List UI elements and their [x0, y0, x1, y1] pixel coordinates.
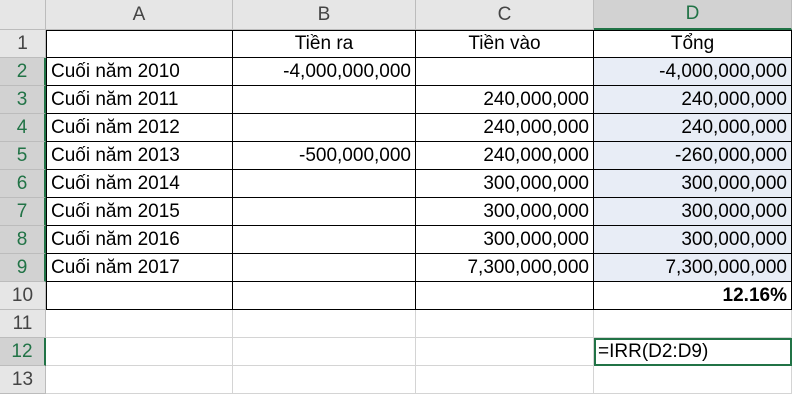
- row-header-10[interactable]: 10: [0, 282, 46, 310]
- cell-b11[interactable]: [233, 310, 416, 338]
- spreadsheet: A B C D 1 Tiền ra Tiền vào Tổng 2 Cuối năm 2010 -4…: [0, 0, 800, 413]
- row-header-3[interactable]: 3: [0, 86, 46, 114]
- cell-b6[interactable]: [233, 170, 416, 198]
- cell-c3[interactable]: 240,000,000: [416, 86, 594, 114]
- cell-a6[interactable]: Cuối năm 2014: [46, 170, 233, 198]
- select-all-corner[interactable]: [0, 0, 46, 30]
- cell-a11[interactable]: [46, 310, 233, 338]
- row-header-5[interactable]: 5: [0, 142, 46, 170]
- cell-b3[interactable]: [233, 86, 416, 114]
- cell-c6[interactable]: 300,000,000: [416, 170, 594, 198]
- row-header-9[interactable]: 9: [0, 254, 46, 282]
- cell-c12[interactable]: [416, 338, 594, 366]
- row-header-8[interactable]: 8: [0, 226, 46, 254]
- cell-d1[interactable]: Tổng: [594, 30, 792, 58]
- cell-d10[interactable]: 12.16%: [594, 282, 792, 310]
- cell-d13[interactable]: [594, 366, 792, 394]
- cell-b10[interactable]: [233, 282, 416, 310]
- cell-c11[interactable]: [416, 310, 594, 338]
- cell-a13[interactable]: [46, 366, 233, 394]
- row-header-7[interactable]: 7: [0, 198, 46, 226]
- cell-c13[interactable]: [416, 366, 594, 394]
- row-header-6[interactable]: 6: [0, 170, 46, 198]
- cell-a4[interactable]: Cuối năm 2012: [46, 114, 233, 142]
- cell-a8[interactable]: Cuối năm 2016: [46, 226, 233, 254]
- cell-a7[interactable]: Cuối năm 2015: [46, 198, 233, 226]
- cell-a10[interactable]: [46, 282, 233, 310]
- cell-a3[interactable]: Cuối năm 2011: [46, 86, 233, 114]
- column-header-c[interactable]: C: [416, 0, 594, 30]
- cell-d8[interactable]: 300,000,000: [594, 226, 792, 254]
- spreadsheet-grid: A B C D 1 Tiền ra Tiền vào Tổng 2 Cuối năm 2010 -4…: [0, 0, 792, 394]
- cell-b1[interactable]: Tiền ra: [233, 30, 416, 58]
- cell-d3[interactable]: 240,000,000: [594, 86, 792, 114]
- cell-b12[interactable]: [233, 338, 416, 366]
- cell-d4[interactable]: 240,000,000: [594, 114, 792, 142]
- column-header-d[interactable]: D: [594, 0, 792, 30]
- cell-b9[interactable]: [233, 254, 416, 282]
- row-header-13[interactable]: 13: [0, 366, 46, 394]
- cell-d9[interactable]: 7,300,000,000: [594, 254, 792, 282]
- column-header-b[interactable]: B: [233, 0, 416, 30]
- row-header-2[interactable]: 2: [0, 58, 46, 86]
- cell-d11[interactable]: [594, 310, 792, 338]
- cell-d7[interactable]: 300,000,000: [594, 198, 792, 226]
- cell-c4[interactable]: 240,000,000: [416, 114, 594, 142]
- cell-d5[interactable]: -260,000,000: [594, 142, 792, 170]
- cell-b4[interactable]: [233, 114, 416, 142]
- cell-b8[interactable]: [233, 226, 416, 254]
- cell-a9[interactable]: Cuối năm 2017: [46, 254, 233, 282]
- row-header-4[interactable]: 4: [0, 114, 46, 142]
- row-header-12[interactable]: 12: [0, 338, 46, 366]
- cell-c9[interactable]: 7,300,000,000: [416, 254, 594, 282]
- cell-c10[interactable]: [416, 282, 594, 310]
- cell-a1[interactable]: [46, 30, 233, 58]
- cell-c1[interactable]: Tiền vào: [416, 30, 594, 58]
- cell-a5[interactable]: Cuối năm 2013: [46, 142, 233, 170]
- cell-d2[interactable]: -4,000,000,000: [594, 58, 792, 86]
- cell-c8[interactable]: 300,000,000: [416, 226, 594, 254]
- cell-c2[interactable]: [416, 58, 594, 86]
- row-header-11[interactable]: 11: [0, 310, 46, 338]
- cell-d12[interactable]: =IRR(D2:D9): [594, 338, 792, 366]
- cell-a2[interactable]: Cuối năm 2010: [46, 58, 233, 86]
- cell-a12[interactable]: [46, 338, 233, 366]
- cell-b5[interactable]: -500,000,000: [233, 142, 416, 170]
- column-header-a[interactable]: A: [46, 0, 233, 30]
- cell-d6[interactable]: 300,000,000: [594, 170, 792, 198]
- cell-b13[interactable]: [233, 366, 416, 394]
- cell-c7[interactable]: 300,000,000: [416, 198, 594, 226]
- cell-c5[interactable]: 240,000,000: [416, 142, 594, 170]
- cell-b2[interactable]: -4,000,000,000: [233, 58, 416, 86]
- row-header-1[interactable]: 1: [0, 30, 46, 58]
- cell-b7[interactable]: [233, 198, 416, 226]
